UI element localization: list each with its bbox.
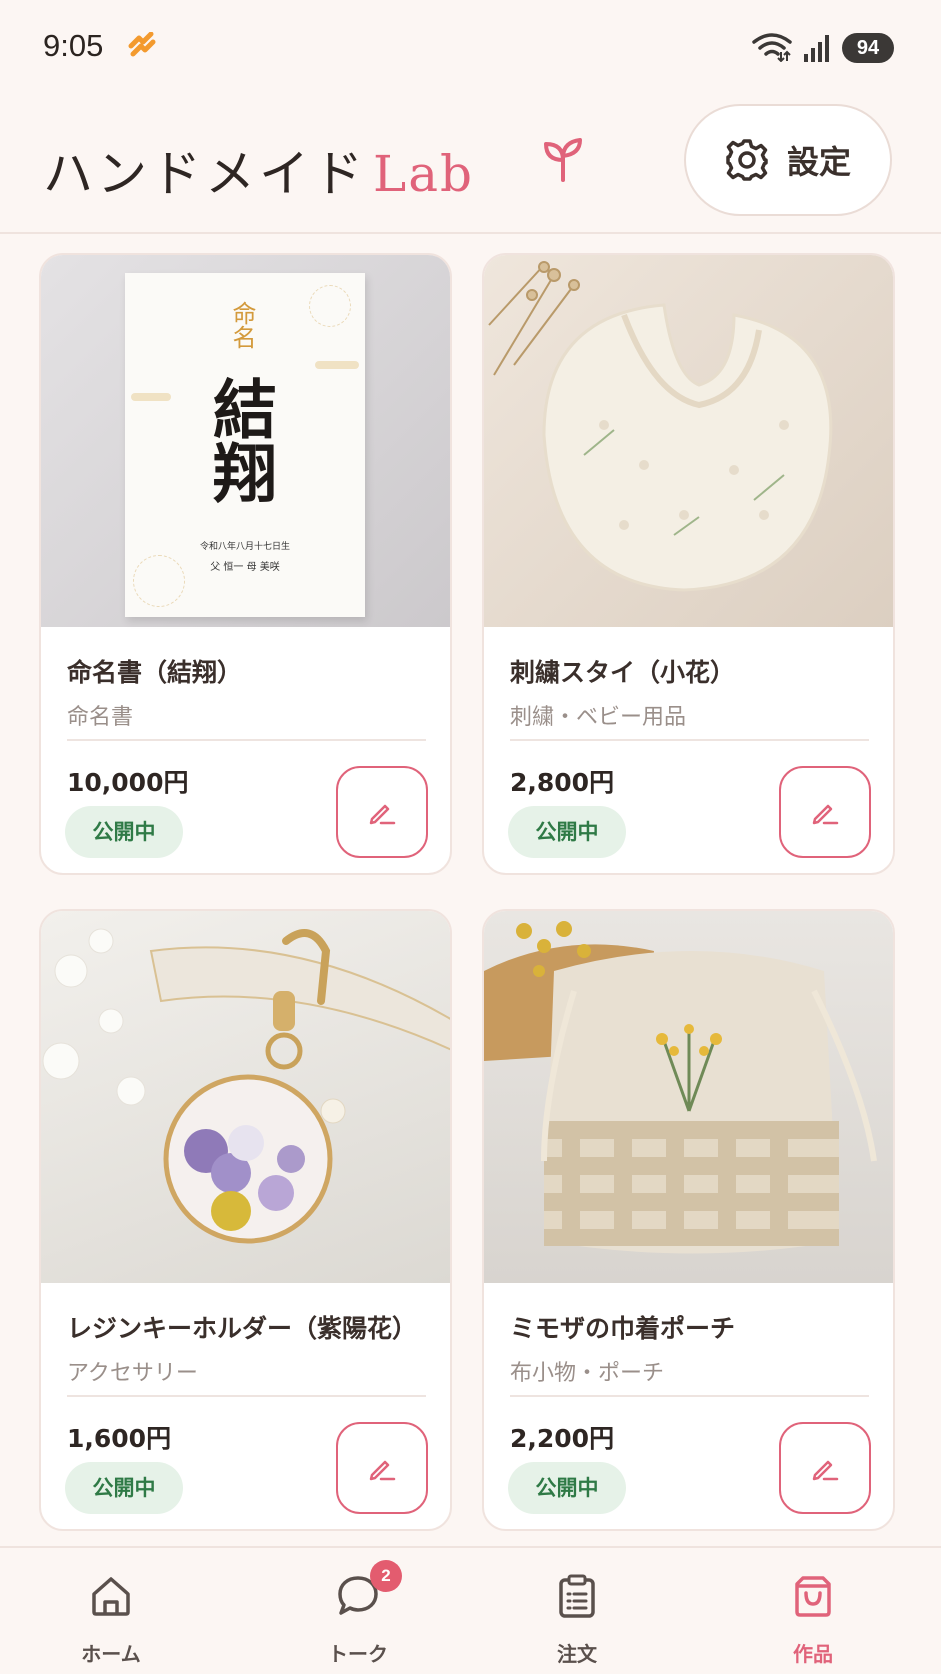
card-divider xyxy=(510,739,869,741)
product-price: 2,200円 xyxy=(510,1424,615,1453)
app-header: ハンドメイド Lab 設定 xyxy=(0,100,941,234)
pencil-icon xyxy=(369,1460,396,1481)
home-icon xyxy=(92,1577,130,1616)
signal-icon xyxy=(804,35,829,62)
product-card[interactable]: 刺繍スタイ（小花） 刺繍・ベビー用品 2,800円 公開中 xyxy=(482,253,895,875)
pencil-icon xyxy=(812,1460,839,1481)
settings-label: 設定 xyxy=(786,143,851,181)
product-name: レジンキーホルダー（紫陽花） xyxy=(67,1314,418,1343)
pencil-icon xyxy=(369,804,396,825)
nav-label-orders: 注文 xyxy=(557,1642,597,1666)
edit-button[interactable] xyxy=(779,1422,871,1514)
bottom-nav: ホーム 2 トーク 注文 作品 xyxy=(0,1546,941,1674)
edit-button[interactable] xyxy=(336,766,428,858)
product-price: 2,800円 xyxy=(510,768,615,797)
product-price: 10,000円 xyxy=(67,768,189,797)
naming-date: 令和八年八月十七日生 xyxy=(199,542,290,552)
status-badge: 公開中 xyxy=(65,806,183,858)
nav-label-talk: トーク xyxy=(328,1642,388,1666)
nav-item-works[interactable]: 作品 xyxy=(753,1548,873,1674)
nav-item-orders[interactable]: 注文 xyxy=(517,1548,637,1674)
product-card[interactable]: 命名 結翔 令和八年八月十七日生 父 恒一 母 美咲 命名書（結翔） 命名書 1… xyxy=(39,253,452,875)
product-name: 刺繍スタイ（小花） xyxy=(510,658,736,687)
notification-app-icon xyxy=(128,32,156,57)
wifi-icon xyxy=(752,33,792,62)
battery-indicator: 94 xyxy=(842,33,894,63)
sprout-icon xyxy=(544,138,582,182)
product-card[interactable]: ミモザの巾着ポーチ 布小物・ポーチ 2,200円 公開中 xyxy=(482,909,895,1531)
status-bar: 9:05 94 xyxy=(0,0,941,100)
edit-button[interactable] xyxy=(779,766,871,858)
edit-button[interactable] xyxy=(336,1422,428,1514)
product-category: 刺繍・ベビー用品 xyxy=(510,705,687,730)
card-divider xyxy=(67,739,426,741)
app-title-text: ハンドメイド xyxy=(43,145,367,203)
clipboard-icon xyxy=(559,1574,595,1618)
card-divider xyxy=(67,1395,426,1397)
gear-icon xyxy=(726,139,768,181)
status-badge: 公開中 xyxy=(65,1462,183,1514)
product-name: ミモザの巾着ポーチ xyxy=(510,1314,736,1343)
unread-badge: 2 xyxy=(370,1560,402,1592)
product-name: 命名書（結翔） xyxy=(67,658,243,687)
product-image-resin-keyholder xyxy=(41,911,450,1283)
app-title: ハンドメイド Lab xyxy=(43,134,474,206)
status-time: 9:05 xyxy=(43,28,104,63)
pencil-icon xyxy=(812,804,839,825)
product-category: アクセサリー xyxy=(67,1361,198,1386)
status-badge: 公開中 xyxy=(508,1462,626,1514)
product-category: 命名書 xyxy=(67,705,134,730)
product-category: 布小物・ポーチ xyxy=(510,1361,665,1386)
app-title-accent: Lab xyxy=(373,145,475,203)
naming-name: 結翔 xyxy=(202,376,277,504)
product-card[interactable]: レジンキーホルダー（紫陽花） アクセサリー 1,600円 公開中 xyxy=(39,909,452,1531)
product-image-mimosa-pouch xyxy=(484,911,893,1283)
nav-item-home[interactable]: ホーム xyxy=(51,1548,171,1674)
nav-label-home: ホーム xyxy=(81,1642,141,1666)
product-price: 1,600円 xyxy=(67,1424,172,1453)
nav-item-talk[interactable]: 2 トーク xyxy=(298,1548,418,1674)
product-image-embroidered-bib xyxy=(484,255,893,627)
product-image-naming-certificate: 命名 結翔 令和八年八月十七日生 父 恒一 母 美咲 xyxy=(41,255,450,627)
card-divider xyxy=(510,1395,869,1397)
settings-button[interactable]: 設定 xyxy=(684,104,892,216)
status-badge: 公開中 xyxy=(508,806,626,858)
naming-label: 命名 xyxy=(228,301,256,349)
shopping-bag-icon xyxy=(795,1576,831,1617)
nav-label-works: 作品 xyxy=(793,1642,833,1666)
